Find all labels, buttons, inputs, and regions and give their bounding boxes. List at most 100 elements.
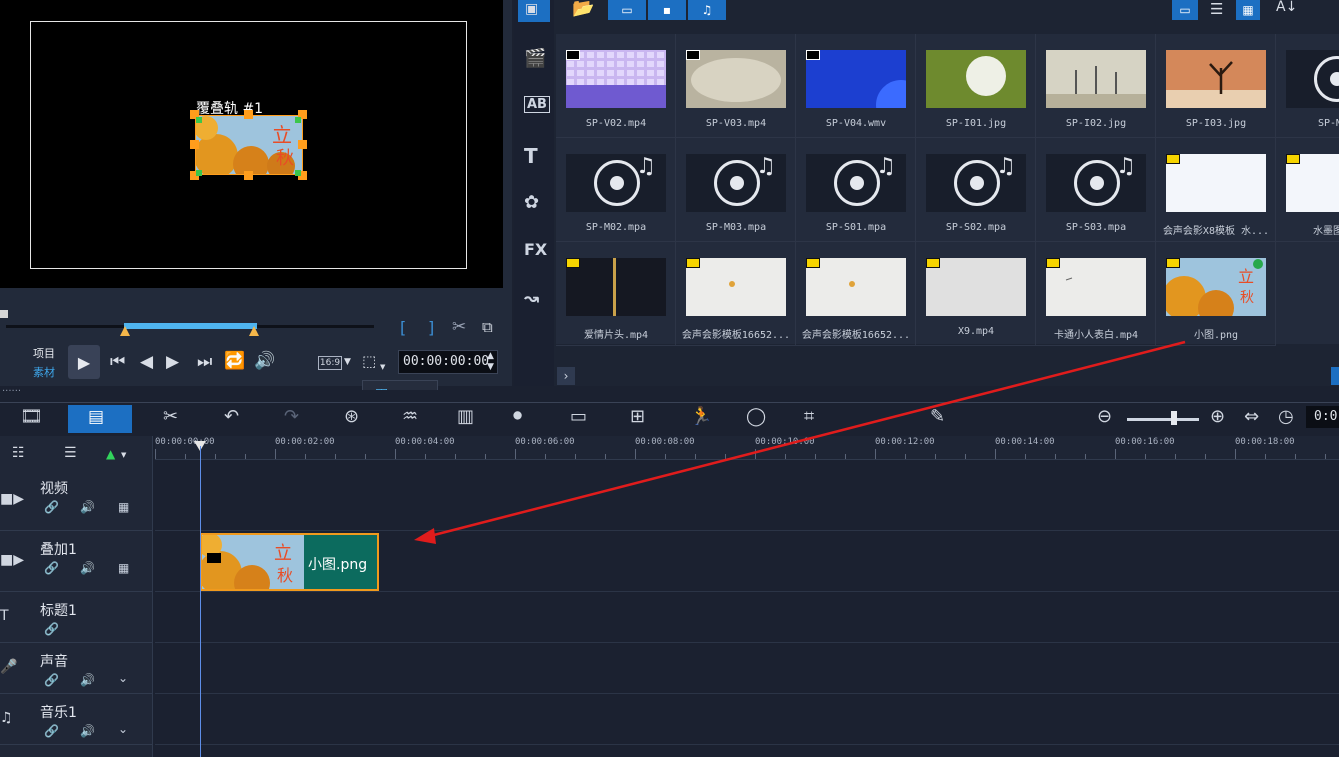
- track-header[interactable]: T 标题1 🔗: [0, 592, 153, 643]
- transition-icon[interactable]: AB: [524, 96, 550, 113]
- library-item[interactable]: ♫ SP-S02.mpa: [916, 138, 1036, 242]
- chevron-down-icon[interactable]: ⌄: [118, 722, 128, 736]
- play-button[interactable]: ▶: [68, 345, 100, 379]
- library-item[interactable]: ♫ SP-M01: [1276, 34, 1339, 138]
- mute-track-icon[interactable]: 🔊: [80, 724, 95, 738]
- previous-frame-icon[interactable]: ◀: [140, 354, 153, 371]
- library-options-button[interactable]: [1331, 367, 1339, 385]
- resize-handle[interactable]: [298, 140, 307, 149]
- library-item[interactable]: 爱情片头.mp4: [556, 242, 676, 346]
- library-item[interactable]: SP-I02.jpg: [1036, 34, 1156, 138]
- zoom-slider-thumb[interactable]: [1171, 411, 1177, 425]
- library-item[interactable]: ♫ SP-S03.mpa: [1036, 138, 1156, 242]
- project-mode-label[interactable]: 项目: [33, 344, 55, 363]
- timeline-playhead[interactable]: [200, 446, 201, 757]
- play-mode-selector[interactable]: 项目 素材: [33, 344, 55, 382]
- track-lane[interactable]: [155, 592, 1339, 643]
- sound-mixer-icon[interactable]: ♒: [402, 406, 418, 427]
- timecode-spin-up-icon[interactable]: ▲: [487, 352, 494, 361]
- volume-icon[interactable]: 🔊: [254, 353, 275, 370]
- trim-start-marker[interactable]: [120, 326, 130, 336]
- mute-track-icon[interactable]: 🔊: [80, 673, 95, 687]
- library-item[interactable]: 会声会影模板16652...: [676, 242, 796, 346]
- zoom-slider[interactable]: [1127, 418, 1199, 421]
- show-audio-tab[interactable]: ♫: [688, 0, 726, 20]
- go-to-start-icon[interactable]: ⏮: [110, 354, 125, 371]
- redo-icon[interactable]: ↷: [284, 406, 299, 427]
- timecode-display[interactable]: 00:00:00:00: [398, 350, 498, 374]
- import-folder-icon[interactable]: 📂: [572, 0, 594, 18]
- record-capture-icon[interactable]: ⊛: [344, 406, 359, 427]
- link-icon[interactable]: 🔗: [44, 622, 59, 636]
- tools-icon[interactable]: ✂: [163, 406, 178, 427]
- undo-icon[interactable]: ↶: [224, 406, 239, 427]
- graphics-icon[interactable]: ✿: [524, 192, 539, 213]
- transform-mode-icon[interactable]: ⬚: [362, 354, 376, 369]
- show-photo-tab[interactable]: ▪: [648, 0, 686, 20]
- resize-handle[interactable]: [244, 110, 253, 119]
- repeat-icon[interactable]: 🔁: [224, 353, 245, 370]
- distort-handle[interactable]: [196, 117, 202, 123]
- storyboard-view-icon[interactable]: 🎞: [20, 406, 43, 427]
- library-item[interactable]: ♫ SP-S01.mpa: [796, 138, 916, 242]
- path-motion-icon[interactable]: ↝: [524, 288, 539, 309]
- resize-handle[interactable]: [190, 140, 199, 149]
- track-transparency-icon[interactable]: ▦: [118, 500, 129, 514]
- timeline-view-button[interactable]: ▤: [68, 405, 132, 433]
- library-item[interactable]: SP-V03.mp4: [676, 34, 796, 138]
- mute-track-icon[interactable]: 🔊: [80, 500, 95, 514]
- distort-handle[interactable]: [295, 170, 301, 176]
- chevron-down-icon[interactable]: ▼: [380, 364, 385, 371]
- next-frame-icon[interactable]: ▶: [166, 354, 179, 371]
- paint-creator-icon[interactable]: ✎: [930, 406, 945, 427]
- library-item[interactable]: ♫ SP-M02.mpa: [556, 138, 676, 242]
- library-item[interactable]: ♫ SP-M03.mpa: [676, 138, 796, 242]
- track-header[interactable]: ■▶ 叠加1 🔗 🔊 ▦: [0, 531, 153, 592]
- mark-out-button[interactable]: ]: [428, 318, 434, 337]
- subtitle-editor-icon[interactable]: ▭: [570, 406, 587, 427]
- mask-creator-icon[interactable]: ◯: [746, 406, 766, 427]
- library-item[interactable]: 水墨图文/: [1276, 138, 1339, 242]
- zoom-in-icon[interactable]: ⊕: [1210, 406, 1225, 427]
- library-item[interactable]: SP-V04.wmv: [796, 34, 916, 138]
- track-lane[interactable]: [155, 643, 1339, 694]
- chevron-down-icon[interactable]: ⌄: [118, 671, 128, 685]
- library-item[interactable]: 立秋小图.png: [1156, 242, 1276, 346]
- thumbnail-view-button[interactable]: ▭: [1172, 0, 1198, 20]
- splitter[interactable]: ······: [0, 386, 1339, 402]
- list-view-icon[interactable]: ☰: [1210, 2, 1223, 17]
- timecode-spin-down-icon[interactable]: ▼: [487, 363, 494, 372]
- link-icon[interactable]: 🔗: [44, 673, 59, 687]
- scrubber-playhead[interactable]: [0, 310, 8, 318]
- track-manager-icon[interactable]: ☷: [12, 446, 25, 460]
- chevron-down-icon[interactable]: ▼: [121, 452, 126, 459]
- overlay-clip[interactable]: 立 秋 小图.png: [200, 533, 379, 591]
- link-icon[interactable]: 🔗: [44, 561, 59, 575]
- clip-mode-label[interactable]: 素材: [33, 363, 55, 382]
- clock-icon[interactable]: ◷: [1278, 406, 1294, 427]
- multi-camera-icon[interactable]: ⊞: [630, 406, 645, 427]
- library-item[interactable]: SP-V02.mp4: [556, 34, 676, 138]
- library-item[interactable]: X9.mp4: [916, 242, 1036, 346]
- aspect-ratio-button[interactable]: 16:9: [318, 356, 342, 370]
- filter-fx-icon[interactable]: FX: [524, 240, 547, 259]
- fit-project-icon[interactable]: ⇔: [1244, 406, 1259, 427]
- trim-end-marker[interactable]: [249, 326, 259, 336]
- grid-view-button[interactable]: ▦: [1236, 0, 1260, 20]
- distort-handle[interactable]: [196, 170, 202, 176]
- overlay-clip-preview[interactable]: 立 秋: [194, 115, 303, 182]
- add-chapter-icon[interactable]: ☰: [64, 446, 77, 460]
- track-header[interactable]: ■▶ 视频 🔗 🔊 ▦: [0, 470, 153, 531]
- zoom-out-icon[interactable]: ⊖: [1097, 406, 1112, 427]
- split-scissors-icon[interactable]: ✂: [452, 319, 466, 336]
- distort-handle[interactable]: [295, 117, 301, 123]
- enlarge-preview-icon[interactable]: ⧉: [482, 320, 493, 335]
- library-item[interactable]: SP-I03.jpg: [1156, 34, 1276, 138]
- track-header[interactable]: ♫ 音乐1 🔗 🔊 ⌄: [0, 694, 153, 745]
- mark-in-button[interactable]: [: [400, 318, 406, 337]
- track-lane[interactable]: [155, 694, 1339, 745]
- title-icon[interactable]: T: [524, 144, 538, 168]
- library-item[interactable]: 卡通小人表白.mp4: [1036, 242, 1156, 346]
- instant-project-icon[interactable]: 🎬: [524, 48, 546, 69]
- ripple-editing-icon[interactable]: ▲: [106, 448, 115, 460]
